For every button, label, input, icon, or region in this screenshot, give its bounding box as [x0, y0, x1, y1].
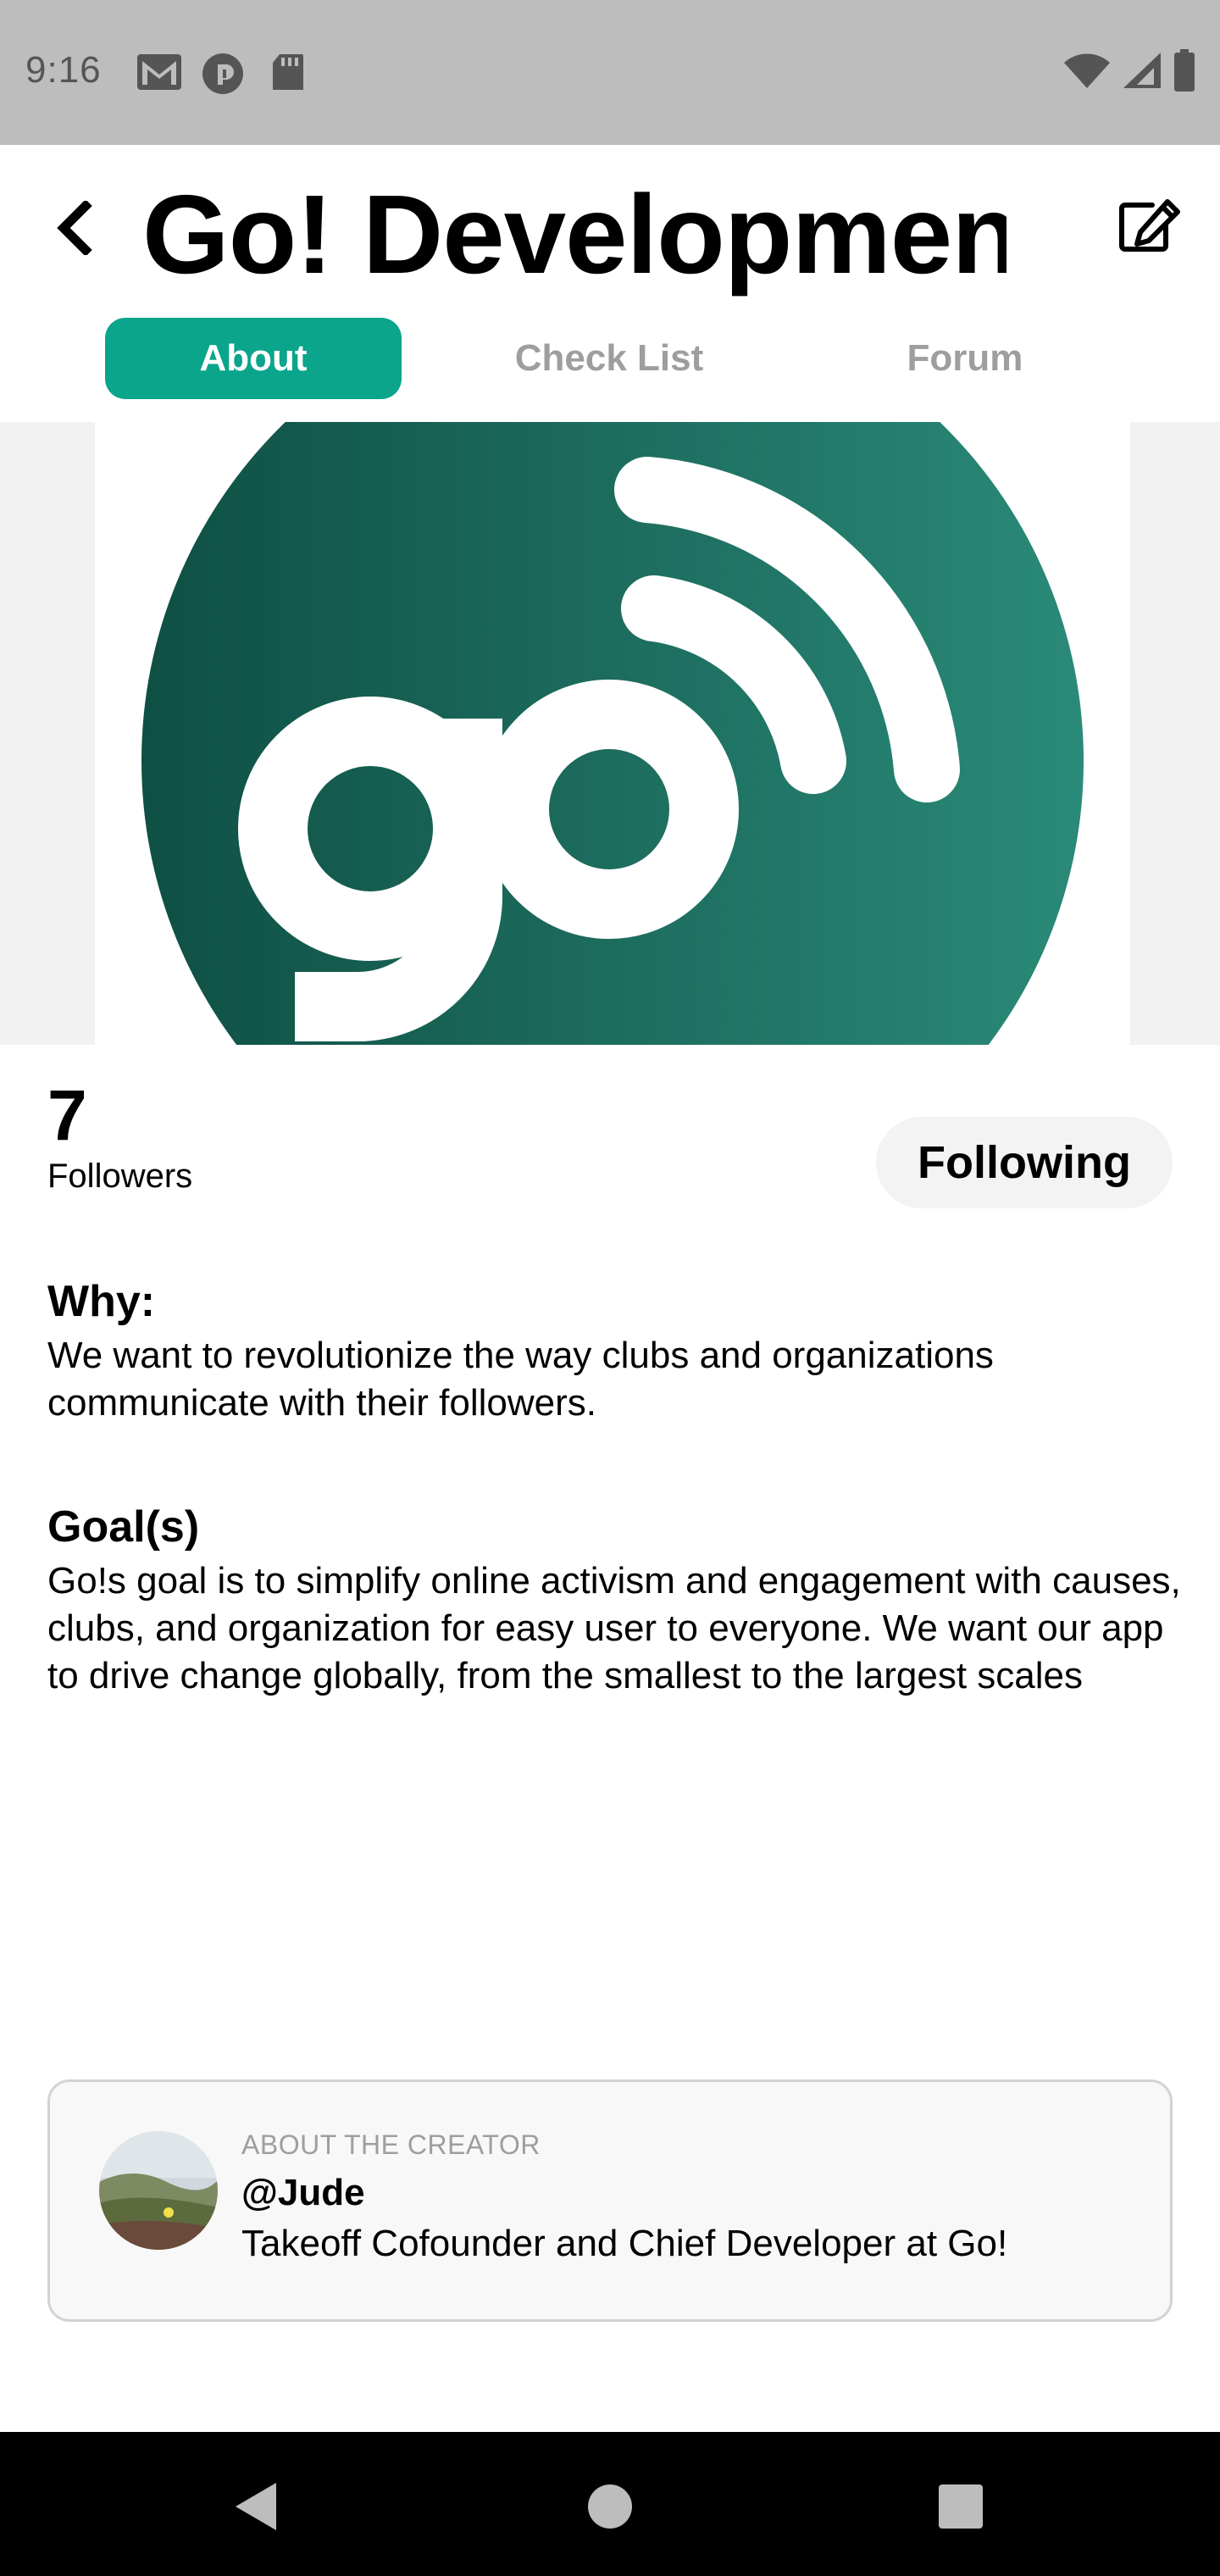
hero-image — [0, 422, 1220, 1045]
navigation-bar — [0, 2432, 1220, 2576]
back-button[interactable] — [44, 196, 103, 264]
signal-icon — [1122, 51, 1162, 94]
following-button[interactable]: Following — [876, 1117, 1173, 1208]
gmail-icon — [136, 53, 183, 96]
status-right-icons — [1062, 49, 1196, 96]
home-circle-icon — [586, 2483, 634, 2534]
edit-button[interactable] — [1112, 189, 1188, 265]
why-heading: Why: — [47, 1277, 156, 1326]
chevron-left-icon — [55, 198, 92, 259]
tab-forum[interactable]: Forum — [817, 318, 1113, 399]
avatar[interactable] — [99, 2131, 218, 2250]
sd-card-icon — [269, 53, 305, 96]
tab-bar: About Check List Forum — [105, 318, 1173, 399]
nav-recents-button[interactable] — [927, 2474, 995, 2542]
edit-icon — [1117, 197, 1183, 258]
recents-square-icon — [937, 2483, 984, 2534]
followers-count: 7 — [47, 1075, 87, 1155]
tab-about[interactable]: About — [105, 318, 402, 399]
nav-home-button[interactable] — [576, 2474, 644, 2542]
why-text: We want to revolutionize the way clubs a… — [47, 1335, 994, 1424]
pocket-casts-icon — [202, 53, 244, 99]
goals-heading: Goal(s) — [47, 1502, 200, 1552]
go-logo — [95, 422, 1130, 1045]
creator-bio: Takeoff Cofounder and Chief Developer at… — [241, 2223, 1008, 2264]
creator-kicker: ABOUT THE CREATOR — [241, 2129, 541, 2160]
status-time: 9:16 — [25, 49, 102, 91]
header: Go! Development About Check List Forum — [0, 145, 1220, 422]
status-bar: 9:16 — [0, 0, 1220, 145]
nav-back-button[interactable] — [222, 2474, 290, 2542]
battery-icon — [1173, 49, 1196, 96]
creator-handle[interactable]: @Jude — [241, 2172, 365, 2214]
back-triangle-icon — [232, 2481, 280, 2536]
followers-label: Followers — [47, 1158, 193, 1195]
goals-text: Go!s goal is to simplify online activism… — [47, 1560, 1181, 1696]
page-title: Go! Development — [142, 172, 1006, 297]
wifi-icon — [1062, 51, 1112, 94]
tab-check-list[interactable]: Check List — [461, 318, 757, 399]
creator-card[interactable]: ABOUT THE CREATOR @Jude Takeoff Cofounde… — [47, 2079, 1173, 2322]
